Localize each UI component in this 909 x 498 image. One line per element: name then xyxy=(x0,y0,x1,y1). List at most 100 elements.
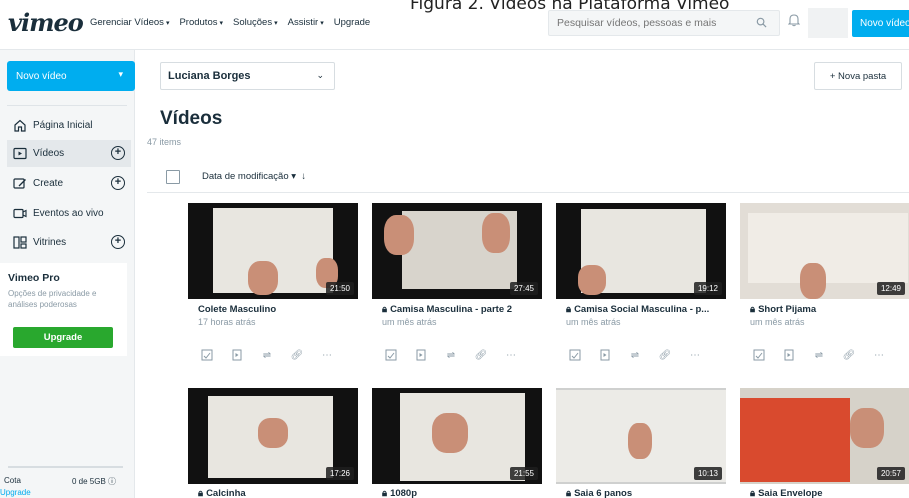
chevron-down-icon: ▾ xyxy=(118,69,123,79)
add-video-icon[interactable]: + xyxy=(111,146,125,160)
live-icon xyxy=(13,208,27,219)
nav-manage-videos[interactable]: Gerenciar Vídeos ▾ xyxy=(90,17,169,28)
chevron-down-icon: ▾ xyxy=(165,19,170,27)
more-icon[interactable]: ⋯ xyxy=(504,348,518,362)
analytics-icon[interactable] xyxy=(200,348,214,362)
review-icon[interactable] xyxy=(598,348,612,362)
sidebar-item-home[interactable]: Página Inicial xyxy=(7,112,131,139)
video-time: 17 horas atrás xyxy=(198,317,256,327)
lock-icon: 🔒︎ xyxy=(566,488,572,498)
upgrade-button[interactable]: Upgrade xyxy=(13,327,113,348)
review-icon[interactable] xyxy=(230,348,244,362)
new-video-button[interactable]: Novo vídeo ▾ xyxy=(7,61,135,91)
video-title[interactable]: 🔒︎ Camisa Masculina - parte 2 xyxy=(382,304,512,315)
link-icon[interactable]: 🔗︎ xyxy=(842,348,856,362)
sidebar-item-videos[interactable]: Vídeos + xyxy=(7,140,131,167)
video-title[interactable]: 🔒︎ Camisa Social Masculina - p... xyxy=(566,304,709,315)
vimeo-pro-promo: Vimeo Pro Opções de privacidade e anális… xyxy=(0,263,127,356)
quota-label: Cota xyxy=(4,476,21,485)
link-icon[interactable]: 🔗︎ xyxy=(290,348,304,362)
video-title[interactable]: 🔒︎ Saia Envelope xyxy=(750,488,822,498)
upgrade-link[interactable]: Upgrade xyxy=(0,488,31,497)
more-icon[interactable]: ⋯ xyxy=(872,348,886,362)
duration-badge: 27:45 xyxy=(509,282,538,295)
duration-badge: 19:12 xyxy=(693,282,722,295)
add-showcase-icon[interactable]: + xyxy=(111,235,125,249)
quota-value: 0 de 5GB ⓘ xyxy=(72,477,117,486)
new-folder-button[interactable]: + Nova pasta xyxy=(814,62,902,90)
sidebar-item-create[interactable]: Create + xyxy=(7,170,131,197)
video-thumbnail[interactable]: 27:45 xyxy=(372,203,542,299)
link-icon[interactable]: 🔗︎ xyxy=(474,348,488,362)
thumbnail-hand xyxy=(578,265,606,295)
transfer-icon[interactable]: ⇌ xyxy=(260,348,274,362)
folder-select[interactable]: Luciana Borges ⌄ xyxy=(160,62,335,90)
video-thumbnail[interactable]: 21:50 xyxy=(188,203,358,299)
analytics-icon[interactable] xyxy=(568,348,582,362)
page-title: Vídeos xyxy=(160,108,223,129)
home-icon xyxy=(14,119,26,132)
lock-icon: 🔒︎ xyxy=(566,304,572,315)
sort-row: Data de modificação ▾ ↓ xyxy=(147,165,909,193)
thumbnail-image xyxy=(740,398,850,482)
add-create-icon[interactable]: + xyxy=(111,176,125,190)
select-all-checkbox[interactable] xyxy=(166,170,180,184)
thumbnail-image xyxy=(748,213,908,283)
pro-title: Vimeo Pro xyxy=(8,272,60,284)
nav-solutions[interactable]: Soluções ▾ xyxy=(233,17,278,28)
chevron-down-icon: ▾ xyxy=(219,19,223,27)
search-input[interactable] xyxy=(557,17,747,29)
avatar[interactable] xyxy=(808,8,848,38)
more-icon[interactable]: ⋯ xyxy=(320,348,334,362)
lock-icon: 🔒︎ xyxy=(750,488,756,498)
video-thumbnail[interactable]: 17:26 xyxy=(188,388,358,484)
duration-badge: 17:26 xyxy=(325,467,354,480)
video-title[interactable]: 🔒︎ Short Pijama xyxy=(750,304,816,315)
video-thumbnail[interactable]: 19:12 xyxy=(556,203,726,299)
thumbnail-hand xyxy=(800,263,826,299)
transfer-icon[interactable]: ⇌ xyxy=(812,348,826,362)
transfer-icon[interactable]: ⇌ xyxy=(628,348,642,362)
new-video-button-top[interactable]: Novo vídeo xyxy=(852,10,909,37)
lock-icon: 🔒︎ xyxy=(382,488,388,498)
card-actions: ⇌ 🔗︎ ⋯ xyxy=(752,348,886,362)
more-icon[interactable]: ⋯ xyxy=(688,348,702,362)
nav-products[interactable]: Produtos ▾ xyxy=(179,17,223,28)
card-actions: ⇌ 🔗︎ ⋯ xyxy=(384,348,518,362)
divider xyxy=(7,105,127,106)
analytics-icon[interactable] xyxy=(752,348,766,362)
video-thumbnail[interactable]: 21:55 xyxy=(372,388,542,484)
video-title[interactable]: 🔒︎ Calcinha xyxy=(198,488,246,498)
transfer-icon[interactable]: ⇌ xyxy=(444,348,458,362)
nav-watch[interactable]: Assistir ▾ xyxy=(288,17,324,28)
review-icon[interactable] xyxy=(414,348,428,362)
analytics-icon[interactable] xyxy=(384,348,398,362)
video-title[interactable]: 🔒︎ Saia 6 panos xyxy=(566,488,632,498)
duration-badge: 21:50 xyxy=(325,282,354,295)
video-thumbnail[interactable]: 10:13 xyxy=(556,388,726,484)
video-thumbnail[interactable]: 12:49 xyxy=(740,203,909,299)
video-time: um mês atrás xyxy=(382,317,437,327)
nav-upgrade[interactable]: Upgrade xyxy=(334,17,370,28)
search-icon[interactable] xyxy=(756,17,767,31)
video-title[interactable]: 🔒︎ 1080p xyxy=(382,488,417,498)
video-thumbnail[interactable]: 20:57 xyxy=(740,388,909,484)
create-icon xyxy=(13,178,26,189)
thumbnail-hand xyxy=(628,423,652,459)
notification-bell-icon[interactable] xyxy=(787,13,801,32)
chevron-down-icon: ▾ xyxy=(291,171,297,182)
chevron-down-icon: ▾ xyxy=(320,19,324,27)
info-icon[interactable]: ⓘ xyxy=(108,477,116,486)
arrow-down-icon[interactable]: ↓ xyxy=(301,171,306,182)
sort-dropdown[interactable]: Data de modificação ▾ ↓ xyxy=(202,171,306,182)
card-actions: ⇌ 🔗︎ ⋯ xyxy=(200,348,334,362)
review-icon[interactable] xyxy=(782,348,796,362)
sidebar-item-live-events[interactable]: Eventos ao vivo xyxy=(7,200,131,227)
sidebar-item-showcases[interactable]: Vitrines + xyxy=(7,229,131,256)
link-icon[interactable]: 🔗︎ xyxy=(658,348,672,362)
vimeo-logo[interactable]: vimeo xyxy=(8,8,84,37)
lock-icon: 🔒︎ xyxy=(198,488,204,498)
video-title[interactable]: Colete Masculino xyxy=(198,304,276,315)
video-time: um mês atrás xyxy=(750,317,805,327)
thumbnail-hand xyxy=(482,213,510,253)
